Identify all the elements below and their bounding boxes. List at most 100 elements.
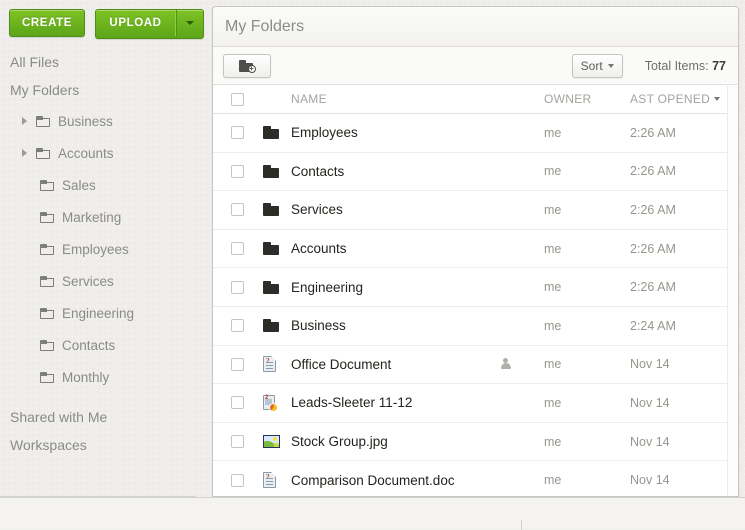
folder-icon: [40, 339, 55, 351]
tree-item-engineering[interactable]: Engineering: [0, 297, 212, 329]
row-icon-cell: [263, 203, 291, 217]
tree-item-accounts[interactable]: Accounts: [0, 137, 212, 169]
row-name[interactable]: Employees: [291, 125, 500, 140]
row-owner: me: [544, 202, 562, 217]
row-name[interactable]: Services: [291, 202, 500, 217]
row-checkbox[interactable]: [231, 357, 244, 371]
row-icon-cell: [263, 126, 291, 140]
row-icon-cell: [263, 280, 291, 294]
table-row[interactable]: Contacts me 2:26 AM: [213, 153, 738, 192]
row-name[interactable]: Business: [291, 318, 500, 333]
tree-item-employees[interactable]: Employees: [0, 233, 212, 265]
tree-item-monthly[interactable]: Monthly: [0, 361, 212, 393]
row-date: Nov 14: [630, 434, 670, 449]
sidebar-item-all-files[interactable]: All Files: [0, 48, 212, 76]
row-checkbox[interactable]: [231, 319, 244, 333]
row-icon-cell: [263, 242, 291, 256]
tree-item-sales[interactable]: Sales: [0, 169, 212, 201]
folder-icon: [36, 115, 51, 127]
table-row[interactable]: 2 Leads-Sleeter 11-12 me Nov 14: [213, 384, 738, 423]
table-row[interactable]: Accounts me 2:26 AM: [213, 230, 738, 269]
row-checkbox-cell: [231, 396, 263, 410]
row-checkbox[interactable]: [231, 203, 244, 217]
row-checkbox[interactable]: [231, 164, 244, 178]
expand-arrow-icon[interactable]: [22, 149, 36, 157]
row-owner: me: [544, 125, 562, 140]
content-panel: My Folders + Sort Total Items: 77 NAME O…: [212, 6, 739, 497]
table-row[interactable]: Employees me 2:26 AM: [213, 114, 738, 153]
row-name[interactable]: Stock Group.jpg: [291, 434, 500, 449]
row-name[interactable]: Contacts: [291, 164, 500, 179]
folder-icon: [263, 203, 279, 217]
tree-item-label: Sales: [62, 177, 96, 193]
table-row[interactable]: 2 Office Document me Nov 14: [213, 346, 738, 385]
row-name[interactable]: Comparison Document.doc: [291, 473, 500, 488]
expand-arrow-icon[interactable]: [22, 117, 36, 125]
row-checkbox-cell: [231, 126, 263, 140]
row-checkbox[interactable]: [231, 242, 244, 256]
sidebar-item-workspaces[interactable]: Workspaces: [0, 431, 212, 459]
row-name[interactable]: Accounts: [291, 241, 500, 256]
row-checkbox-cell: [231, 242, 263, 256]
chevron-down-icon: [714, 97, 721, 101]
row-date: 2:26 AM: [630, 241, 676, 256]
tree-item-contacts[interactable]: Contacts: [0, 329, 212, 361]
sort-button[interactable]: Sort: [571, 53, 623, 78]
column-header-last-opened[interactable]: AST OPENED: [630, 92, 738, 106]
upload-button[interactable]: UPLOAD: [96, 10, 176, 36]
row-checkbox[interactable]: [231, 473, 244, 487]
sidebar-secondary-links: Shared with Me Workspaces: [0, 403, 212, 459]
new-folder-button[interactable]: +: [223, 53, 271, 78]
row-date: Nov 14: [630, 357, 670, 372]
document-icon: 2: [263, 356, 276, 373]
page-title: My Folders: [225, 17, 305, 35]
total-items-label: Total Items:: [644, 58, 709, 73]
row-checkbox[interactable]: [231, 396, 244, 410]
row-date: 2:26 AM: [630, 125, 676, 140]
app-window: CREATE UPLOAD All Files My Folders Busin…: [0, 0, 745, 530]
row-name[interactable]: Office Document: [291, 357, 500, 372]
row-name[interactable]: Leads-Sleeter 11-12: [291, 395, 500, 410]
row-share-cell: [500, 358, 544, 370]
folder-icon: [40, 275, 55, 287]
table-row[interactable]: Engineering me 2:26 AM: [213, 268, 738, 307]
plus-icon: +: [247, 63, 256, 73]
create-button[interactable]: CREATE: [9, 9, 85, 37]
column-header-owner[interactable]: OWNER: [544, 92, 630, 106]
vertical-scrollbar[interactable]: [727, 86, 738, 496]
row-date: Nov 14: [630, 473, 670, 488]
row-checkbox[interactable]: [231, 126, 244, 140]
row-name[interactable]: Engineering: [291, 280, 500, 295]
row-owner: me: [544, 241, 562, 256]
panel-title-bar: My Folders: [213, 7, 738, 47]
row-owner: me: [544, 280, 562, 295]
column-header-name[interactable]: NAME: [291, 92, 500, 106]
folder-icon: [263, 319, 279, 333]
table-row[interactable]: Business me 2:24 AM: [213, 307, 738, 346]
table-row[interactable]: Services me 2:26 AM: [213, 191, 738, 230]
row-checkbox-cell: [231, 319, 263, 333]
folder-icon: [40, 179, 55, 191]
row-checkbox[interactable]: [231, 435, 244, 449]
column-header-last-opened-label: AST OPENED: [630, 92, 711, 106]
select-all-checkbox[interactable]: [231, 92, 244, 106]
row-date: 2:24 AM: [630, 318, 676, 333]
row-checkbox[interactable]: [231, 280, 244, 294]
upload-dropdown-button[interactable]: [176, 10, 203, 36]
sidebar-item-my-folders[interactable]: My Folders: [0, 76, 212, 104]
folder-icon: [263, 280, 279, 294]
folder-icon: [40, 371, 55, 383]
sidebar-item-shared-with-me[interactable]: Shared with Me: [0, 403, 212, 431]
upload-button-group: UPLOAD: [95, 9, 204, 39]
table-row[interactable]: 2 Comparison Document.doc me Nov 14: [213, 461, 738, 496]
row-owner: me: [544, 164, 562, 179]
row-icon-cell: 2: [263, 356, 291, 373]
panel-toolbar: + Sort Total Items: 77: [213, 47, 738, 85]
table-row[interactable]: Stock Group.jpg me Nov 14: [213, 423, 738, 462]
tree-item-business[interactable]: Business: [0, 105, 212, 137]
row-icon-cell: [263, 319, 291, 333]
tree-item-services[interactable]: Services: [0, 265, 212, 297]
sidebar-navigation: All Files My Folders Business Accounts S…: [0, 48, 212, 459]
file-table: NAME OWNER AST OPENED Employees me 2:26 …: [213, 85, 738, 496]
tree-item-marketing[interactable]: Marketing: [0, 201, 212, 233]
